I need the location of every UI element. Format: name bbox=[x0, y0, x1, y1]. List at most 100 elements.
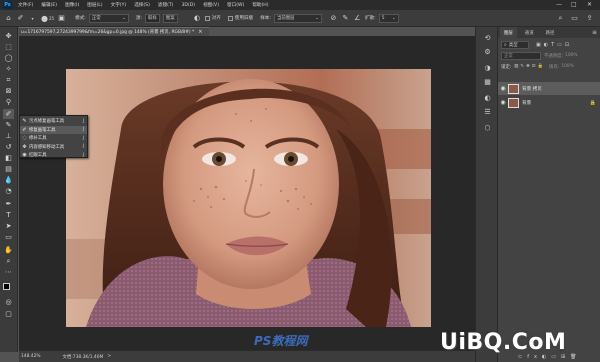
hand-tool-icon[interactable]: ✋ bbox=[3, 245, 14, 255]
pen-tool-icon[interactable]: ✒ bbox=[3, 199, 14, 209]
ignore-adjustment-icon[interactable]: ⊘ bbox=[329, 14, 338, 23]
panel-menu-icon[interactable]: ≡ bbox=[592, 29, 597, 36]
source-sampled-button[interactable]: 取样 bbox=[145, 13, 160, 23]
menu-view[interactable]: 视图(V) bbox=[203, 2, 219, 8]
brush-preview-icon[interactable]: ● bbox=[40, 14, 49, 23]
swatches-panel-icon[interactable]: ▦ bbox=[482, 77, 493, 87]
layer-name: 背景 拷贝 bbox=[522, 86, 542, 92]
zoom-level[interactable]: 148.42% bbox=[21, 354, 41, 359]
menu-select[interactable]: 选择(S) bbox=[134, 2, 150, 8]
zoom-tool-icon[interactable]: ⌕ bbox=[3, 256, 14, 266]
pattern-picker-icon[interactable]: ◐ bbox=[193, 14, 202, 23]
close-document-icon[interactable]: × bbox=[198, 29, 202, 35]
flyout-item-label: 红眼工具 bbox=[29, 153, 47, 159]
mode-select[interactable]: 正常 ⌄ bbox=[88, 13, 129, 23]
color-panel-icon[interactable]: ◑ bbox=[482, 63, 493, 73]
eraser-tool-icon[interactable]: ◧ bbox=[3, 153, 14, 163]
document-tab[interactable]: u=1716797597,2724399799&fm=26&gp=0.jpg @… bbox=[19, 27, 209, 36]
menu-image[interactable]: 图像(I) bbox=[65, 2, 79, 8]
history-panel-icon[interactable]: ⟲ bbox=[482, 33, 493, 43]
search-icon[interactable]: ⌕ bbox=[556, 14, 565, 23]
aligned-checkbox[interactable] bbox=[204, 15, 210, 21]
patch-icon: ◌ bbox=[22, 135, 27, 142]
move-tool-icon[interactable]: ✥ bbox=[3, 31, 14, 41]
flyout-item-spot-healing[interactable]: ✎ 污点修复画笔工具 J bbox=[20, 117, 87, 126]
share-icon[interactable]: ⇪ bbox=[585, 14, 594, 23]
menu-filter[interactable]: 滤镜(T) bbox=[158, 2, 174, 8]
quick-mask-icon[interactable]: ◎ bbox=[3, 297, 14, 307]
visibility-eye-icon[interactable]: ◉ bbox=[498, 99, 508, 106]
3d-panel-icon[interactable]: ⬡ bbox=[482, 123, 493, 133]
libraries-panel-icon[interactable]: ☰ bbox=[482, 107, 493, 117]
lock-icons[interactable]: ▨✎✥⊡🔒 bbox=[514, 64, 545, 69]
healing-tool-icon[interactable]: ✐ bbox=[3, 109, 14, 119]
menu-layer[interactable]: 图层(L) bbox=[87, 2, 102, 8]
adjustments-panel-icon[interactable]: ◐ bbox=[482, 93, 493, 103]
layer-filter-select[interactable]: ⌕ 类型 bbox=[501, 40, 529, 49]
crop-tool-icon[interactable]: ⌗ bbox=[3, 75, 14, 85]
type-tool-icon[interactable]: T bbox=[3, 210, 14, 220]
blend-mode-value: 正常 bbox=[504, 53, 513, 59]
close-window-button[interactable]: ✕ bbox=[587, 1, 592, 8]
flyout-item-healing-brush[interactable]: ✐ 修复画笔工具 J bbox=[20, 125, 87, 134]
angle-icon[interactable]: ∠ bbox=[353, 14, 362, 23]
fill-value[interactable]: 100% bbox=[561, 64, 574, 69]
blend-mode-select[interactable]: 正常 bbox=[501, 51, 541, 60]
history-brush-tool-icon[interactable]: ↺ bbox=[3, 142, 14, 152]
brush-settings-icon[interactable]: ▣ bbox=[57, 14, 66, 23]
menu-window[interactable]: 窗口(W) bbox=[227, 2, 244, 8]
flyout-item-red-eye[interactable]: ◉ 红眼工具 J bbox=[20, 151, 87, 160]
brush-size-value[interactable]: 25 bbox=[49, 16, 54, 21]
layer-filter-icons[interactable]: ▣◐T▭⊡ bbox=[536, 42, 572, 48]
rectangle-tool-icon[interactable]: ▭ bbox=[3, 232, 14, 242]
menu-3d[interactable]: 3D(D) bbox=[181, 3, 195, 8]
clone-stamp-tool-icon[interactable]: ⊥ bbox=[3, 131, 14, 141]
menu-help[interactable]: 帮助(H) bbox=[252, 2, 268, 8]
screen-mode-icon[interactable]: ▢ bbox=[3, 309, 14, 319]
frame-tool-icon[interactable]: ⊠ bbox=[3, 86, 14, 96]
layer-row-background-copy[interactable]: ◉ 背景 拷贝 bbox=[498, 82, 600, 95]
more-tools-icon[interactable]: ⋯ bbox=[3, 267, 14, 277]
use-legacy-checkbox[interactable] bbox=[227, 15, 233, 21]
layer-row-background[interactable]: ◉ 背景 🔒 bbox=[498, 96, 600, 109]
flyout-item-patch[interactable]: ◌ 修补工具 J bbox=[20, 134, 87, 143]
tool-preset-dropdown-icon[interactable]: ▾ bbox=[28, 14, 37, 23]
workspace-icon[interactable]: ▭ bbox=[570, 14, 579, 23]
minimize-button[interactable]: — bbox=[556, 1, 562, 8]
path-select-tool-icon[interactable]: ➤ bbox=[3, 221, 14, 231]
opacity-value[interactable]: 100% bbox=[565, 53, 578, 58]
search-icon: ⌕ bbox=[504, 41, 507, 48]
healing-tools-flyout: ✎ 污点修复画笔工具 J ✐ 修复画笔工具 J ◌ 修补工具 J ✥ 内容感知移… bbox=[19, 115, 88, 158]
tab-layers[interactable]: 图层 bbox=[500, 27, 517, 38]
sample-select[interactable]: 当前图层 ⌄ bbox=[273, 13, 322, 23]
dodge-tool-icon[interactable]: ◔ bbox=[3, 186, 14, 196]
maximize-button[interactable]: □ bbox=[571, 1, 577, 8]
menu-type[interactable]: 文字(Y) bbox=[111, 2, 127, 8]
eyedropper-tool-icon[interactable]: ⚲ bbox=[3, 97, 14, 107]
quick-select-tool-icon[interactable]: ✧ bbox=[3, 64, 14, 74]
tab-paths[interactable]: 路径 bbox=[542, 27, 559, 38]
source-pattern-button[interactable]: 图案 bbox=[162, 13, 178, 23]
diffusion-input[interactable]: 5 ⌄ bbox=[378, 13, 399, 23]
tab-channels[interactable]: 通道 bbox=[521, 27, 538, 38]
source-pattern-label: 图案 bbox=[165, 16, 175, 21]
properties-panel-icon[interactable]: ⚙ bbox=[482, 47, 493, 57]
flyout-item-content-aware-move[interactable]: ✥ 内容感知移动工具 J bbox=[20, 143, 87, 152]
menu-edit[interactable]: 编辑(E) bbox=[41, 2, 57, 8]
visibility-eye-icon[interactable]: ◉ bbox=[498, 85, 508, 92]
flyout-item-shortcut: J bbox=[82, 118, 84, 124]
document-canvas-image[interactable] bbox=[66, 69, 431, 327]
status-arrow-icon[interactable]: > bbox=[107, 354, 111, 359]
document-title: u=1716797597,2724399799&fm=26&gp=0.jpg @… bbox=[21, 30, 195, 35]
source-sampled-label: 取样 bbox=[148, 16, 157, 21]
pressure-size-icon[interactable]: ✎ bbox=[341, 14, 350, 23]
lasso-tool-icon[interactable]: ◯ bbox=[3, 53, 14, 63]
healing-brush-tool-icon[interactable]: ✐ bbox=[16, 14, 25, 23]
foreground-color-swatch[interactable] bbox=[3, 283, 10, 290]
brush-tool-icon[interactable]: ✎ bbox=[3, 120, 14, 130]
blur-tool-icon[interactable]: 💧 bbox=[3, 175, 14, 185]
menu-file[interactable]: 文件(F) bbox=[18, 2, 33, 8]
marquee-tool-icon[interactable]: ⬚ bbox=[3, 42, 14, 52]
gradient-tool-icon[interactable]: ▤ bbox=[3, 164, 14, 174]
home-icon[interactable]: ⌂ bbox=[4, 14, 13, 23]
